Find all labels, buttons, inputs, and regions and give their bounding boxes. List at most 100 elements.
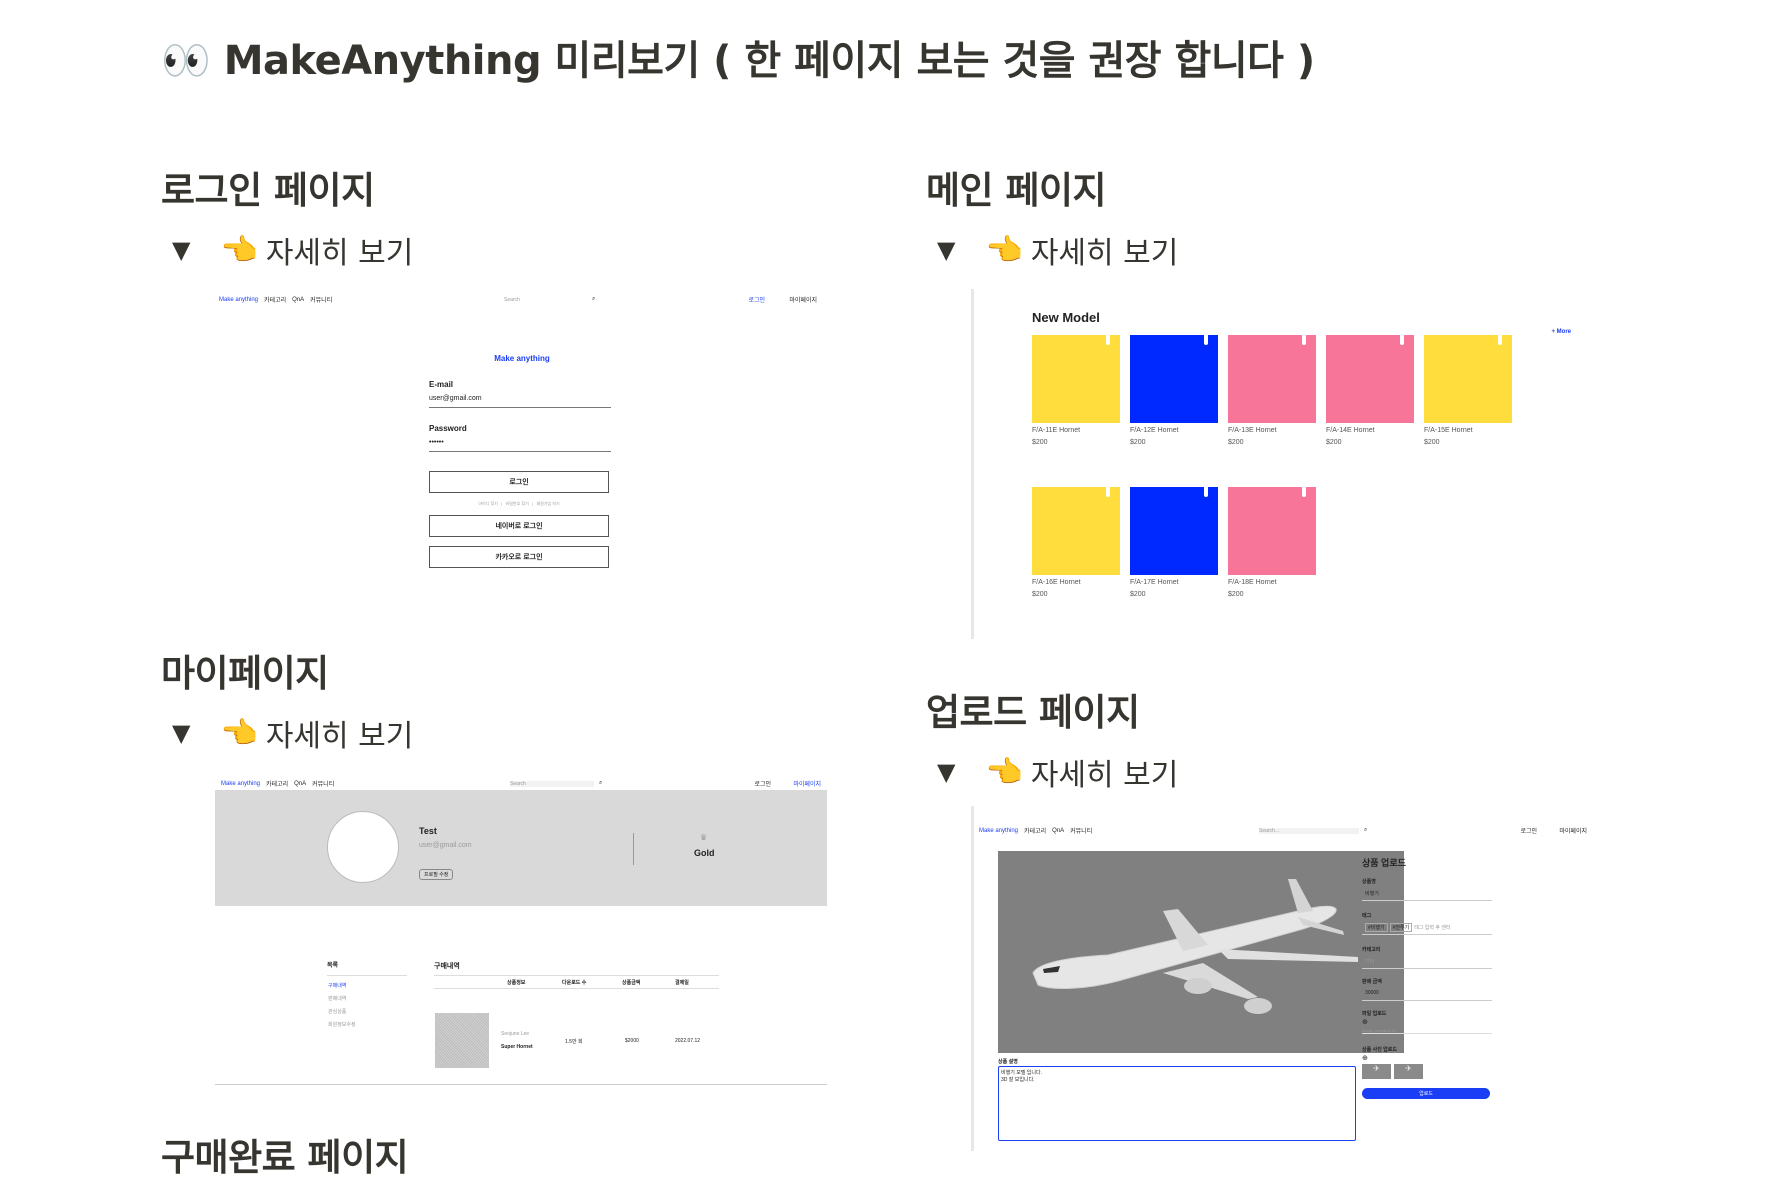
toggle-triangle-icon: ▼ bbox=[937, 236, 956, 264]
column-header: 결제일 bbox=[675, 980, 689, 986]
nav-item: 커뮤니티 bbox=[1070, 829, 1093, 835]
pointing-hand-icon: 👈 bbox=[220, 232, 258, 268]
bookmark-icon[interactable] bbox=[1106, 487, 1110, 497]
menu-item-purchases[interactable]: 구매내역 bbox=[328, 982, 346, 989]
grade-label: Gold bbox=[694, 848, 715, 858]
kakao-login-button[interactable]: 카카오로 로그인 bbox=[429, 546, 609, 568]
model-price: $200 bbox=[1228, 591, 1244, 598]
model-card-thumbnail[interactable] bbox=[1228, 335, 1316, 423]
model-card-thumbnail[interactable] bbox=[1228, 487, 1316, 575]
price-input[interactable]: 30000 bbox=[1362, 986, 1492, 1001]
search-icon: ⌕ bbox=[592, 296, 596, 302]
nav-brand: Make anything bbox=[979, 827, 1019, 834]
model-name: F/A-17E Hornet bbox=[1130, 579, 1179, 586]
nav-search: Search bbox=[504, 296, 520, 303]
photo-thumbnail[interactable]: ✈ bbox=[1394, 1064, 1423, 1079]
edit-profile-button[interactable]: 프로필 수정 bbox=[419, 869, 454, 880]
nav-right-item: 마이페이지 bbox=[793, 782, 821, 788]
model-card-thumbnail[interactable] bbox=[1326, 335, 1414, 423]
nav-item: 카테고리 bbox=[264, 298, 287, 304]
menu-divider bbox=[327, 975, 407, 976]
login-page-screenshot: Make anything 카테고리 QnA 커뮤니티 Search ⌕ 로그인… bbox=[215, 289, 827, 579]
naver-login-button[interactable]: 네이버로 로그인 bbox=[429, 515, 609, 537]
model-price: $200 bbox=[1424, 439, 1440, 446]
bookmark-icon[interactable] bbox=[1302, 335, 1306, 345]
column-header: 상품정보 bbox=[507, 980, 526, 986]
profile-name: Test bbox=[419, 826, 437, 836]
nav-item: QnA bbox=[292, 296, 305, 303]
mypage-details-toggle[interactable]: ▼ 👈 자세히 보기 bbox=[172, 711, 413, 755]
bookmark-icon[interactable] bbox=[1204, 335, 1208, 345]
nav-item: 커뮤니티 bbox=[312, 782, 335, 788]
category-select[interactable]: 기타 bbox=[1362, 954, 1492, 969]
toggle-triangle-icon: ▼ bbox=[172, 719, 191, 747]
model-viewer[interactable] bbox=[998, 851, 1404, 1053]
add-photo-icon[interactable]: ⊕ bbox=[1362, 1054, 1368, 1062]
nav-right-item: 로그인 bbox=[748, 298, 765, 304]
category-label: 카테고리 bbox=[1362, 947, 1381, 953]
login-brand-title: Make anything bbox=[494, 354, 550, 363]
model-card-thumbnail[interactable] bbox=[1130, 487, 1218, 575]
mypage-screenshot: Make anything 카테고리 QnA 커뮤니티 Search ⌕ 로그인… bbox=[215, 771, 827, 1087]
login-button[interactable]: 로그인 bbox=[429, 471, 609, 493]
email-field[interactable]: user@gmail.com bbox=[429, 395, 611, 408]
price-label: 판매 금액 bbox=[1362, 979, 1382, 985]
more-link[interactable]: + More bbox=[1551, 329, 1571, 335]
menu-item-wishlist[interactable]: 관심상품 bbox=[328, 1008, 346, 1015]
mini-navbar: Make anything 카테고리 QnA 커뮤니티 Search ⌕ 로그인… bbox=[219, 295, 823, 304]
main-details-toggle[interactable]: ▼ 👈 자세히 보기 bbox=[937, 228, 1178, 272]
bookmark-icon[interactable] bbox=[1106, 335, 1110, 345]
bookmark-icon[interactable] bbox=[1400, 335, 1404, 345]
toggle-triangle-icon: ▼ bbox=[172, 236, 191, 264]
photo-thumbnail[interactable]: ✈ bbox=[1362, 1064, 1391, 1079]
search-icon: ⌕ bbox=[1364, 827, 1368, 833]
model-price: $200 bbox=[1326, 439, 1342, 446]
model-name: F/A-18E Hornet bbox=[1228, 579, 1277, 586]
model-card-thumbnail[interactable] bbox=[1032, 487, 1120, 575]
avatar bbox=[327, 811, 399, 883]
pointing-hand-icon: 👈 bbox=[985, 754, 1023, 790]
seller-name: Seojune Lee bbox=[501, 1031, 530, 1037]
menu-item-edit-info[interactable]: 회원정보수정 bbox=[328, 1021, 356, 1028]
bookmark-icon[interactable] bbox=[1302, 487, 1306, 497]
nav-item: 카테고리 bbox=[1024, 829, 1047, 835]
password-field[interactable]: •••••• bbox=[429, 439, 611, 452]
banner-divider bbox=[633, 833, 634, 865]
nav-item: QnA bbox=[1052, 827, 1065, 834]
toggle-triangle-icon: ▼ bbox=[937, 758, 956, 786]
purchase-section-heading: 구매완료 페이지 bbox=[161, 1136, 409, 1179]
account-links[interactable]: 아이디 찾기 | 비밀번호 찾기 | 회원가입 하기 bbox=[429, 501, 609, 507]
nav-item: 커뮤니티 bbox=[310, 298, 333, 304]
eyes-emoji-icon: 👀 bbox=[161, 38, 211, 84]
model-price: $200 bbox=[1130, 591, 1146, 598]
add-file-icon[interactable]: ⊕ bbox=[1362, 1018, 1368, 1026]
nav-right-item: 마이페이지 bbox=[789, 298, 817, 304]
tag-chip[interactable]: #비행기 bbox=[1365, 922, 1388, 932]
description-textarea[interactable]: 비행기 모델 입니다. 3D 잘 보입니다. bbox=[998, 1066, 1356, 1141]
toggle-label: 자세히 보기 bbox=[265, 719, 414, 754]
upload-page-screenshot: Make anything 카테고리 QnA 커뮤니티 Search... ⌕ … bbox=[971, 806, 1589, 1151]
model-price: $200 bbox=[1130, 439, 1146, 446]
product-name-input[interactable]: 비행기 bbox=[1362, 886, 1492, 901]
page-title: 👀 MakeAnything 미리보기 ( 한 페이지 보는 것을 권장 합니다… bbox=[161, 28, 1315, 86]
tag-input[interactable]: #비행기 #전투기 태그 입력 후 엔터 bbox=[1362, 920, 1492, 935]
nav-right-item: 로그인 bbox=[754, 782, 771, 788]
upload-section-heading: 업로드 페이지 bbox=[926, 691, 1140, 734]
login-section-heading: 로그인 페이지 bbox=[161, 169, 375, 212]
nav-brand: Make anything bbox=[219, 296, 259, 303]
model-card-thumbnail[interactable] bbox=[1130, 335, 1218, 423]
upload-button[interactable]: 업로드 bbox=[1362, 1088, 1490, 1099]
model-price: $200 bbox=[1032, 591, 1048, 598]
menu-item-sales[interactable]: 판매내역 bbox=[328, 995, 346, 1002]
column-header: 다운로드 수 bbox=[562, 980, 587, 986]
bookmark-icon[interactable] bbox=[1498, 335, 1502, 345]
model-card-thumbnail[interactable] bbox=[1032, 335, 1120, 423]
toggle-label: 자세히 보기 bbox=[1030, 236, 1179, 271]
tag-chip[interactable]: #전투기 bbox=[1389, 922, 1413, 932]
bookmark-icon[interactable] bbox=[1204, 487, 1208, 497]
upload-details-toggle[interactable]: ▼ 👈 자세히 보기 bbox=[937, 750, 1178, 794]
search-icon: ⌕ bbox=[599, 780, 603, 786]
product-thumbnail[interactable] bbox=[435, 1013, 489, 1068]
login-details-toggle[interactable]: ▼ 👈 자세히 보기 bbox=[172, 228, 413, 272]
model-card-thumbnail[interactable] bbox=[1424, 335, 1512, 423]
